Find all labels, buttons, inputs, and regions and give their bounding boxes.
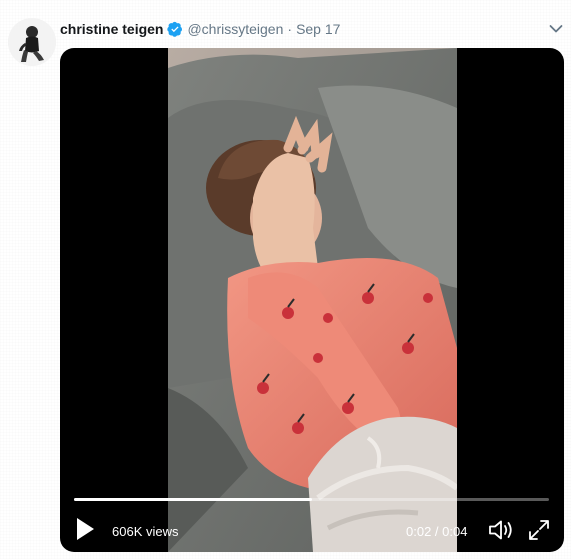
header-separator: ·	[287, 21, 293, 37]
avatar[interactable]	[8, 18, 56, 66]
progress-bar-fill	[74, 498, 312, 501]
progress-bar[interactable]	[74, 498, 549, 501]
video-player[interactable]: 606K views 0:02 / 0:04	[60, 48, 564, 552]
video-frame	[168, 48, 457, 552]
fullscreen-icon[interactable]	[526, 518, 552, 542]
display-name[interactable]: christine teigen	[60, 21, 163, 37]
volume-icon[interactable]	[488, 518, 514, 542]
view-count: 606K views	[112, 524, 179, 539]
user-handle[interactable]: @chrissyteigen	[187, 21, 283, 37]
play-icon[interactable]	[74, 516, 96, 542]
tweet-timestamp[interactable]: Sep 17	[296, 21, 340, 37]
verified-badge-icon	[167, 21, 183, 37]
time-readout: 0:02 / 0:04	[406, 524, 468, 539]
chevron-down-icon[interactable]	[548, 22, 564, 36]
tweet-header: christine teigen @chrissyteigen · Sep 17	[60, 20, 340, 38]
